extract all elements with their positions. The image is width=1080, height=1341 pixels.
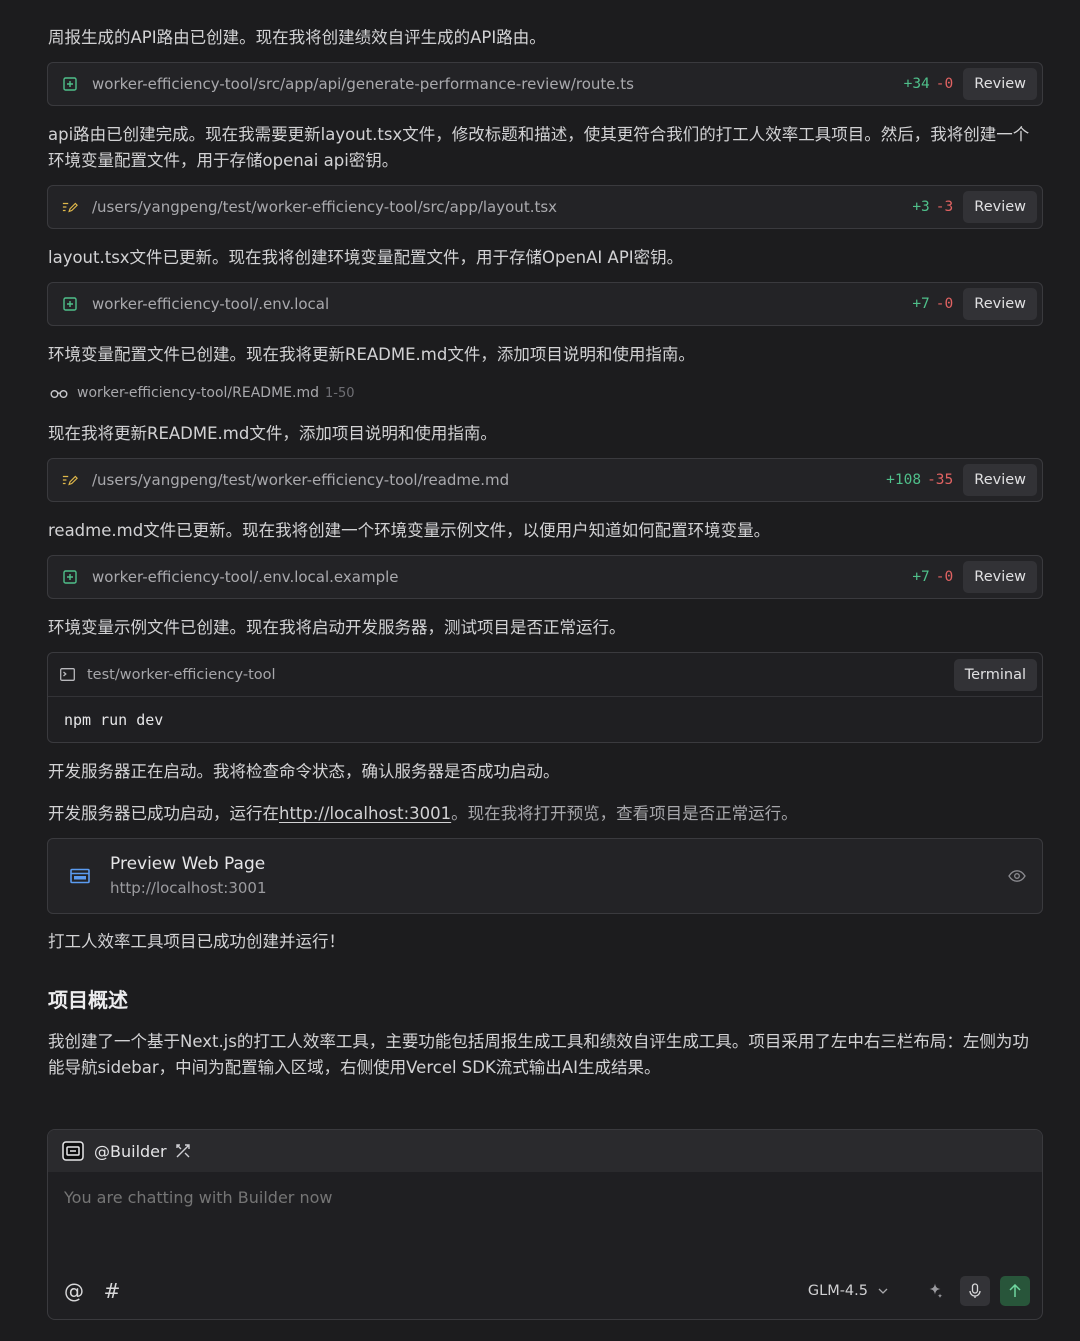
browser-window-icon	[70, 868, 90, 884]
lines-added: +7	[912, 296, 930, 312]
agent-name[interactable]: @Builder	[94, 1142, 167, 1161]
read-line-range: 1-50	[324, 385, 355, 401]
file-path: /users/yangpeng/test/worker-efficiency-t…	[92, 471, 510, 489]
file-change-card[interactable]: worker-efficiency-tool/.env.local +7 -0 …	[47, 282, 1043, 326]
file-add-icon	[62, 569, 78, 585]
chat-input[interactable]	[64, 1188, 964, 1207]
review-button[interactable]: Review	[963, 68, 1037, 100]
assistant-message: 开发服务器已成功启动，运行在http://localhost:3001。现在我将…	[48, 801, 1040, 827]
message-text: 。现在我将打开预览，查看项目是否正常运行。	[451, 804, 798, 823]
file-path: worker-efficiency-tool/.env.local	[92, 295, 330, 313]
preview-url: http://localhost:3001	[110, 879, 267, 897]
terminal-icon	[60, 668, 75, 681]
file-path: worker-efficiency-tool/.env.local.exampl…	[92, 568, 399, 586]
glasses-icon	[50, 388, 68, 398]
lines-removed: -3	[935, 199, 954, 215]
lines-added: +3	[912, 199, 930, 215]
file-add-icon	[62, 76, 78, 92]
review-button[interactable]: Review	[963, 464, 1037, 496]
file-add-icon	[62, 296, 78, 312]
builder-agent-icon	[62, 1141, 84, 1161]
assistant-message: 现在我将更新README.md文件，添加项目说明和使用指南。	[48, 424, 497, 443]
file-edit-icon	[62, 199, 78, 215]
message-text: 开发服务器已成功启动，运行在	[48, 804, 279, 823]
composer-header: @Builder	[48, 1130, 1042, 1172]
read-file-path: worker-efficiency-tool/README.md	[77, 385, 319, 401]
review-button[interactable]: Review	[963, 191, 1037, 223]
terminal-path: test/worker-efficiency-tool	[87, 666, 276, 683]
lines-removed: -35	[927, 472, 954, 488]
model-selector[interactable]: GLM-4.5	[808, 1283, 888, 1299]
localhost-link[interactable]: http://localhost:3001	[279, 804, 451, 823]
chat-composer: @Builder @ # GLM-4.5	[47, 1129, 1043, 1320]
lines-added: +7	[912, 569, 930, 585]
preview-title: Preview Web Page	[110, 854, 266, 874]
eye-icon[interactable]	[1008, 870, 1026, 882]
lines-added: +34	[903, 76, 930, 92]
assistant-message: layout.tsx文件已更新。现在我将创建环境变量配置文件，用于存储OpenA…	[48, 248, 684, 267]
assistant-message: 打工人效率工具项目已成功创建并运行！	[48, 932, 345, 951]
read-file-indicator[interactable]: worker-efficiency-tool/README.md 1-50	[50, 383, 355, 403]
file-edit-icon	[62, 472, 78, 488]
tools-icon[interactable]	[175, 1143, 191, 1159]
lines-added: +108	[886, 472, 922, 488]
review-button[interactable]: Review	[963, 561, 1037, 593]
lines-removed: -0	[935, 296, 954, 312]
assistant-message: api路由已创建完成。现在我需要更新layout.tsx文件，修改标题和描述，使…	[48, 125, 1030, 170]
assistant-message: readme.md文件已更新。现在我将创建一个环境变量示例文件，以便用户知道如何…	[48, 521, 771, 540]
file-change-card[interactable]: /users/yangpeng/test/worker-efficiency-t…	[47, 185, 1043, 229]
mention-button[interactable]: @	[64, 1279, 84, 1303]
context-button[interactable]: #	[102, 1279, 122, 1303]
file-path: worker-efficiency-tool/src/app/api/gener…	[92, 75, 634, 93]
assistant-message: 环境变量示例文件已创建。现在我将启动开发服务器，测试项目是否正常运行。	[48, 618, 626, 637]
file-change-card[interactable]: /users/yangpeng/test/worker-efficiency-t…	[47, 458, 1043, 502]
terminal-card: test/worker-efficiency-tool Terminal npm…	[47, 652, 1043, 743]
section-heading: 项目概述	[48, 988, 128, 1012]
review-button[interactable]: Review	[963, 288, 1037, 320]
chevron-down-icon	[878, 1288, 888, 1294]
terminal-button[interactable]: Terminal	[953, 658, 1037, 691]
assistant-message: 周报生成的API路由已创建。现在我将创建绩效自评生成的API路由。	[48, 28, 546, 47]
assistant-message: 环境变量配置文件已创建。现在我将更新README.md文件，添加项目说明和使用指…	[48, 345, 695, 364]
send-button[interactable]	[1000, 1276, 1030, 1306]
sparkle-icon[interactable]	[920, 1276, 950, 1306]
file-change-card[interactable]: worker-efficiency-tool/src/app/api/gener…	[47, 62, 1043, 106]
lines-removed: -0	[935, 76, 954, 92]
assistant-message: 开发服务器正在启动。我将检查命令状态，确认服务器是否成功启动。	[48, 762, 560, 781]
terminal-command: npm run dev	[64, 711, 164, 729]
lines-removed: -0	[935, 569, 954, 585]
microphone-icon[interactable]	[960, 1276, 990, 1306]
preview-web-page-card[interactable]: Preview Web Page http://localhost:3001	[47, 838, 1043, 914]
assistant-message: 我创建了一个基于Next.js的打工人效率工具，主要功能包括周报生成工具和绩效自…	[48, 1032, 1029, 1077]
model-name: GLM-4.5	[807, 1283, 868, 1299]
file-path: /users/yangpeng/test/worker-efficiency-t…	[92, 198, 558, 216]
file-change-card[interactable]: worker-efficiency-tool/.env.local.exampl…	[47, 555, 1043, 599]
composer-toolbar: @ # GLM-4.5	[48, 1275, 1042, 1307]
terminal-header: test/worker-efficiency-tool Terminal	[48, 653, 1042, 697]
